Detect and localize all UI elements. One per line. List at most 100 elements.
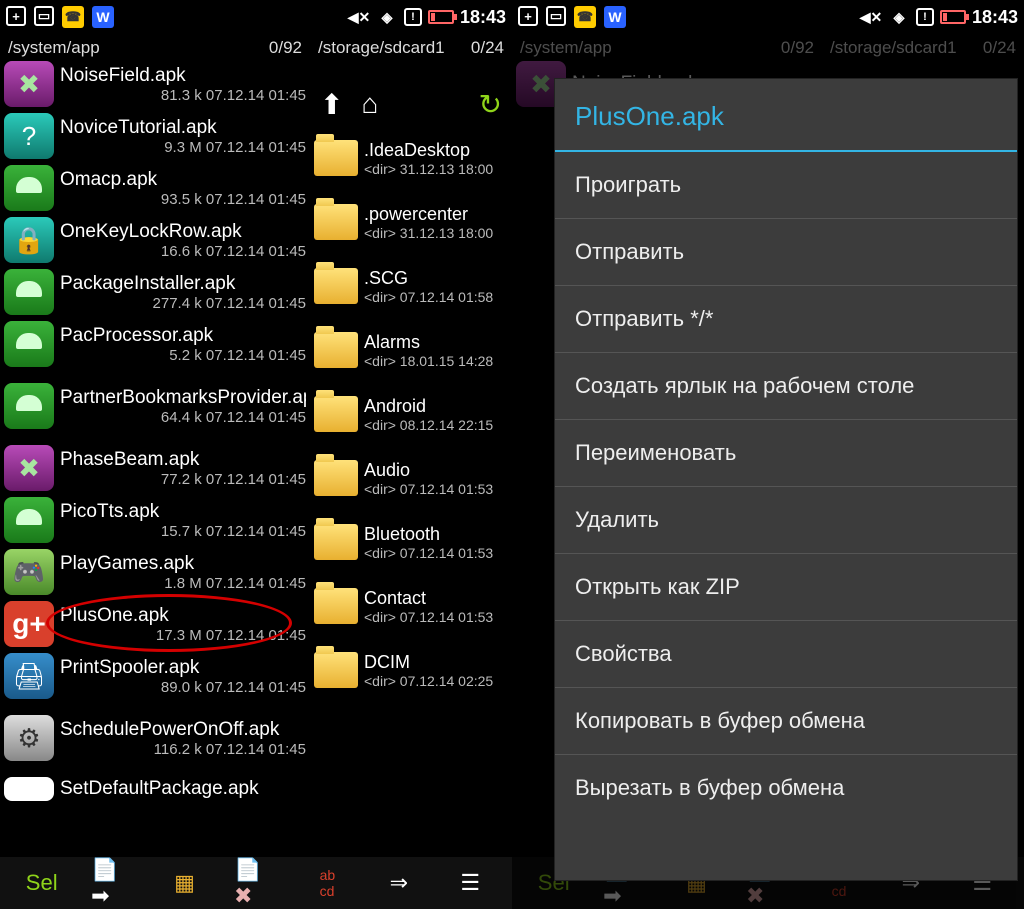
file-meta: 77.2 k 07.12.14 01:45 (60, 471, 306, 488)
status-picture-icon: ▭ (34, 6, 54, 26)
file-meta: 9.3 M 07.12.14 01:45 (60, 139, 306, 156)
home-icon[interactable]: ⌂ (361, 88, 378, 120)
file-row[interactable]: 🔒OneKeyLockRow.apk16.6 k 07.12.14 01:45 (0, 214, 310, 266)
file-meta: 16.6 k 07.12.14 01:45 (60, 243, 306, 260)
menu-item-properties[interactable]: Свойства (555, 621, 1017, 688)
file-row[interactable]: ⚙SchedulePowerOnOff.apk116.2 k 07.12.14 … (0, 702, 310, 774)
folder-row[interactable]: DCIM<dir> 07.12.14 02:25 (310, 638, 512, 702)
folder-meta: <dir> 07.12.14 02:25 (364, 673, 508, 689)
calendar-icon (4, 777, 54, 801)
folder-row[interactable]: Alarms<dir> 18.01.15 14:28 (310, 318, 512, 382)
battery-icon (428, 10, 454, 24)
tb-select-icon[interactable]: Sel (20, 863, 64, 903)
menu-item-create-shortcut[interactable]: Создать ярлык на рабочем столе (555, 353, 1017, 420)
file-meta: 116.2 k 07.12.14 01:45 (60, 741, 306, 758)
folder-icon (314, 330, 358, 370)
file-name: PlayGames.apk (60, 553, 306, 575)
menu-item-open-as-zip[interactable]: Открыть как ZIP (555, 554, 1017, 621)
statusbar: + ▭ ☎ W ◀✕ ◈ ! 18:43 (512, 0, 1024, 34)
file-list-left[interactable]: ✖NoiseField.apk81.3 k 07.12.14 01:45 ?No… (0, 58, 310, 857)
folder-icon (314, 138, 358, 178)
mute-icon: ◀✕ (860, 6, 882, 28)
menu-item-delete[interactable]: Удалить (555, 487, 1017, 554)
file-name: NoviceTutorial.apk (60, 117, 306, 139)
nav-row: ⬆ ⌂ ↻ (310, 82, 512, 126)
file-meta: 81.3 k 07.12.14 01:45 (60, 87, 306, 104)
file-row[interactable]: ?NoviceTutorial.apk9.3 M 07.12.14 01:45 (0, 110, 310, 162)
folder-meta: <dir> 08.12.14 22:15 (364, 417, 508, 433)
menu-item-cut-clipboard[interactable]: Вырезать в буфер обмена (555, 755, 1017, 821)
file-row[interactable]: ✖PhaseBeam.apk77.2 k 07.12.14 01:45 (0, 442, 310, 494)
file-row[interactable]: SetDefaultPackage.apk (0, 774, 310, 804)
folder-list-right[interactable]: .IdeaDesktop<dir> 31.12.13 18:00 .powerc… (310, 126, 512, 857)
status-w-icon: W (92, 6, 114, 28)
status-warning-icon: ! (916, 8, 934, 26)
tb-export-icon[interactable]: 📄➡ (91, 863, 135, 903)
file-name: PhaseBeam.apk (60, 449, 306, 471)
path-label: /storage/sdcard1 (830, 38, 957, 82)
menu-item-copy-clipboard[interactable]: Копировать в буфер обмена (555, 688, 1017, 755)
file-name: PackageInstaller.apk (60, 273, 306, 295)
folder-row[interactable]: .IdeaDesktop<dir> 31.12.13 18:00 (310, 126, 512, 190)
pathbar-left-bg: /system/app 0/92 (512, 34, 822, 58)
pane-system-app: /system/app 0/92 ✖NoiseField.apk81.3 k 0… (0, 34, 310, 857)
file-row[interactable]: PartnerBookmarksProvider.apk64.4 k 07.12… (0, 370, 310, 442)
folder-row[interactable]: Audio<dir> 07.12.14 01:53 (310, 446, 512, 510)
folder-meta: <dir> 31.12.13 18:00 (364, 161, 508, 177)
wifi-icon: ◈ (888, 6, 910, 28)
status-plus-icon: + (518, 6, 538, 26)
folder-name: .SCG (364, 268, 508, 289)
file-row[interactable]: PackageInstaller.apk277.4 k 07.12.14 01:… (0, 266, 310, 318)
folder-icon (314, 394, 358, 434)
folder-row[interactable]: .SCG<dir> 07.12.14 01:58 (310, 254, 512, 318)
status-sim-icon: ☎ (574, 6, 596, 28)
file-row[interactable]: 🖨PrintSpooler.apk89.0 k 07.12.14 01:45 (0, 650, 310, 702)
folder-icon (314, 586, 358, 626)
folder-icon (314, 202, 358, 242)
menu-item-play[interactable]: Проиграть (555, 152, 1017, 219)
battery-icon (940, 10, 966, 24)
folder-row[interactable]: Android<dir> 08.12.14 22:15 (310, 382, 512, 446)
file-name: PartnerBookmarksProvider.apk (60, 387, 306, 409)
file-row[interactable]: Omacp.apk93.5 k 07.12.14 01:45 (0, 162, 310, 214)
folder-row[interactable]: .powercenter<dir> 31.12.13 18:00 (310, 190, 512, 254)
folder-name: .IdeaDesktop (364, 140, 508, 161)
file-name: SchedulePowerOnOff.apk (60, 719, 306, 741)
phone-right: + ▭ ☎ W ◀✕ ◈ ! 18:43 /system/app 0/92 ✖N… (512, 0, 1024, 909)
menu-item-send[interactable]: Отправить (555, 219, 1017, 286)
clock: 18:43 (972, 7, 1018, 28)
file-row-plusone[interactable]: g+PlusOne.apk17.3 M 07.12.14 01:45 (0, 598, 310, 650)
file-row[interactable]: PacProcessor.apk5.2 k 07.12.14 01:45 (0, 318, 310, 370)
app-icon: ✖ (4, 61, 54, 107)
file-row[interactable]: ✖NoiseField.apk81.3 k 07.12.14 01:45 (0, 58, 310, 110)
tb-menu-icon[interactable]: ☰ (448, 863, 492, 903)
pathbar-right[interactable]: /storage/sdcard1 0/24 (310, 34, 512, 82)
gplus-icon: g+ (4, 601, 54, 647)
pathbar-right-bg: /storage/sdcard1 0/24 (822, 34, 1024, 82)
folder-row[interactable]: Contact<dir> 07.12.14 01:53 (310, 574, 512, 638)
mute-icon: ◀✕ (348, 6, 370, 28)
file-name: SetDefaultPackage.apk (60, 778, 306, 800)
file-meta: 1.8 M 07.12.14 01:45 (60, 575, 306, 592)
folder-name: DCIM (364, 652, 508, 673)
tb-delete-icon[interactable]: 📄✖ (234, 863, 278, 903)
tb-sort-icon[interactable]: ▦ (163, 863, 207, 903)
android-icon (4, 383, 54, 429)
refresh-icon[interactable]: ↻ (479, 88, 502, 121)
pane-storage: /storage/sdcard1 0/24 ⬆ ⌂ ↻ .IdeaDesktop… (310, 34, 512, 857)
tb-rename-icon[interactable]: abcd (305, 863, 349, 903)
menu-item-rename[interactable]: Переименовать (555, 420, 1017, 487)
folder-row[interactable]: Bluetooth<dir> 07.12.14 01:53 (310, 510, 512, 574)
folder-icon (314, 458, 358, 498)
context-menu: PlusOne.apk Проиграть Отправить Отправит… (554, 78, 1018, 881)
file-row[interactable]: 🎮PlayGames.apk1.8 M 07.12.14 01:45 (0, 546, 310, 598)
wifi-icon: ◈ (376, 6, 398, 28)
pathbar-left[interactable]: /system/app 0/92 (0, 34, 310, 58)
up-arrow-icon[interactable]: ⬆ (320, 88, 343, 121)
status-warning-icon: ! (404, 8, 422, 26)
file-name: PrintSpooler.apk (60, 657, 306, 679)
tb-arrow-icon[interactable]: ⇒ (377, 863, 421, 903)
menu-item-send-as[interactable]: Отправить */* (555, 286, 1017, 353)
file-row[interactable]: PicoTts.apk15.7 k 07.12.14 01:45 (0, 494, 310, 546)
folder-icon (314, 650, 358, 690)
